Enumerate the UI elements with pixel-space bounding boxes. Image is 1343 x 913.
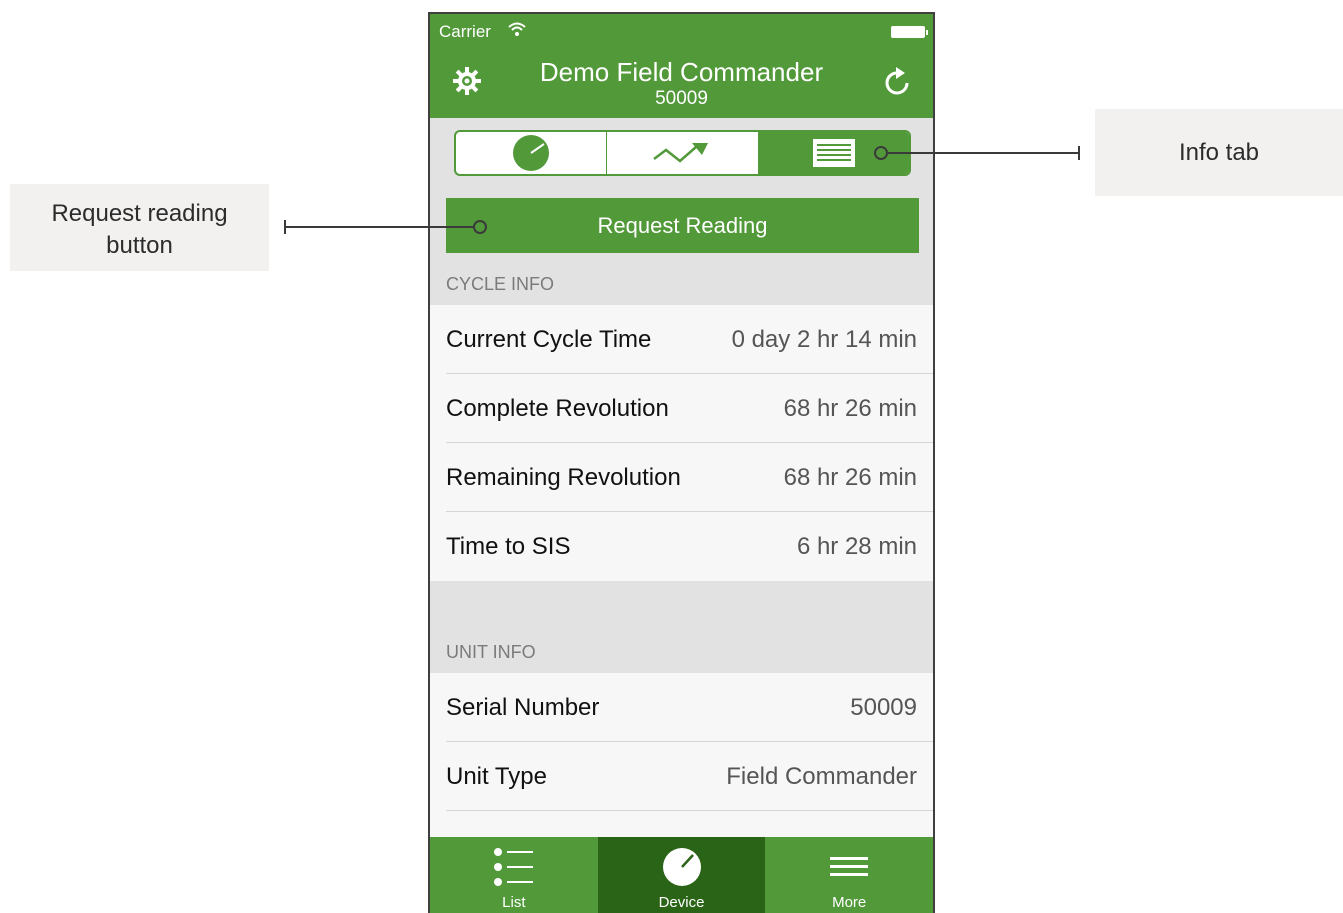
row-value: 68 hr 26 min [783,464,917,491]
tab-label: More [832,894,867,911]
table-row: Time to SIS 6 hr 28 min [430,512,933,581]
row-label: Current Cycle Time [446,326,652,353]
callout-line: button [106,232,173,259]
row-value: Field Commander [726,763,917,790]
info-tab-callout: Info tab [1095,109,1343,196]
section-title: CYCLE INFO [446,274,555,294]
gauge-icon [513,135,550,171]
view-selector-area [430,118,933,190]
tab-device[interactable]: Device [597,837,766,913]
list-icon [493,848,533,886]
request-area: Request Reading [430,190,933,260]
row-value: 50009 [850,694,917,721]
trend-chart-icon [653,143,709,163]
carrier-label: Carrier [439,22,491,41]
leader-end-tick [1078,146,1080,160]
page-subtitle: 50009 [655,88,708,109]
table-row: Complete Revolution 68 hr 26 min [430,374,933,443]
row-value: 68 hr 26 min [783,395,917,422]
tab-label: List [502,894,526,911]
view-segmented-control [454,130,911,176]
nav-bar: Demo Field Commander 50009 [430,48,933,118]
refresh-icon[interactable] [881,64,915,98]
leader-dot [473,220,487,234]
unit-info-header: UNIT INFO [430,581,933,673]
table-row: Serial Number 50009 [430,673,933,742]
tab-gauge[interactable] [456,132,608,174]
gauge-icon [662,848,701,886]
row-value: 6 hr 28 min [796,533,917,560]
section-title: UNIT INFO [446,642,536,662]
leader-dot [874,146,888,160]
phone-screen: Carrier Demo Field Commander 50009 Reque… [428,12,935,913]
cycle-info-header: CYCLE INFO [430,260,933,305]
row-label: Time to SIS [446,533,571,560]
table-row: Unit Type Field Commander [430,742,933,811]
row-label: Unit Type [446,763,547,790]
row-label: Complete Revolution [446,395,669,422]
tab-label: Device [658,894,705,911]
row-value: 0 day 2 hr 14 min [731,326,917,353]
tab-trend[interactable] [607,132,759,174]
leader-end-tick [284,220,286,234]
tab-bar: List Device More [430,837,933,913]
callout-line: Request reading [51,200,228,227]
request-reading-leader-line [285,226,475,228]
request-reading-callout: Request reading button [10,184,269,271]
battery-icon [891,26,928,38]
tab-list[interactable]: List [430,837,598,913]
row-label: Remaining Revolution [446,464,681,491]
table-row: Current Cycle Time 0 day 2 hr 14 min [430,305,933,374]
info-tab-leader-line [888,152,1080,154]
table-row: Remaining Revolution 68 hr 26 min [430,443,933,512]
page-title: Demo Field Commander [539,57,824,87]
row-label: Serial Number [446,694,600,721]
status-bar: Carrier [430,14,933,48]
menu-icon [830,857,869,876]
tab-more[interactable]: More [765,837,933,913]
request-reading-button[interactable]: Request Reading [446,198,919,253]
info-list-icon [812,139,855,167]
wifi-icon [508,22,526,36]
